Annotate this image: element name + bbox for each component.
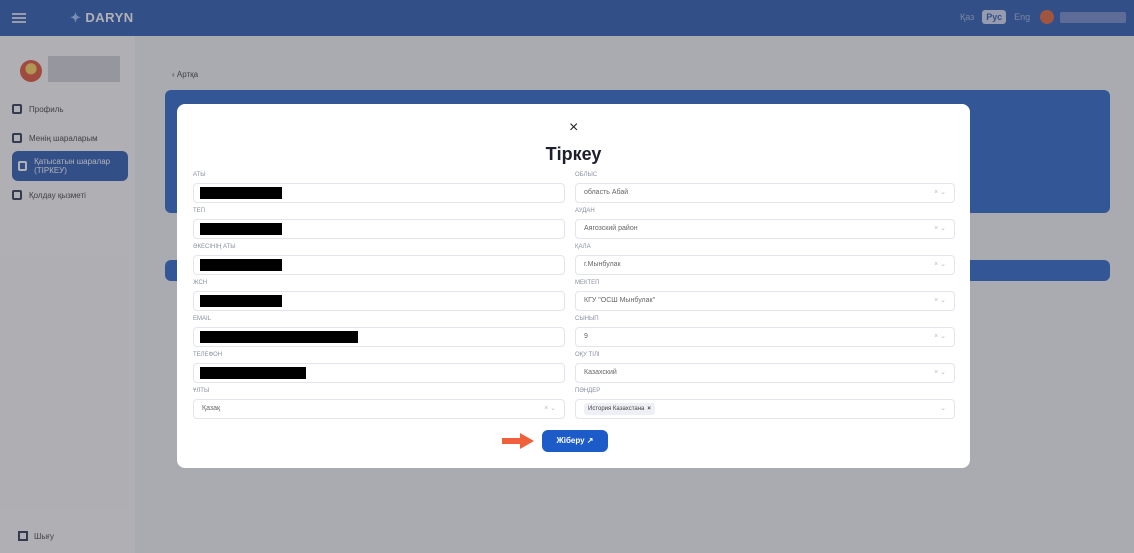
chevron-down-icon: × ⌄: [544, 405, 556, 412]
chevron-down-icon: × ⌄: [934, 333, 946, 340]
close-icon[interactable]: ×: [569, 119, 578, 137]
field-label: МЕКТЕП: [575, 280, 600, 286]
district-select[interactable]: Аягозский район × ⌄: [575, 219, 955, 239]
chevron-down-icon: × ⌄: [934, 225, 946, 232]
patronymic-input[interactable]: [193, 255, 565, 275]
first-name-field: АТЫ: [193, 170, 565, 203]
email-input[interactable]: [193, 327, 565, 347]
field-label: ТЕЛЕФОН: [193, 352, 223, 358]
remove-tag-icon[interactable]: ×: [647, 406, 651, 412]
phone-field: ТЕЛЕФОН: [193, 350, 565, 383]
chevron-down-icon: ⌄: [940, 405, 946, 412]
submit-button[interactable]: Жіберу ↗: [542, 430, 608, 452]
redacted-value: [200, 295, 282, 307]
subjects-field: ПӘНДЕР История Казахстана × ⌄: [575, 386, 955, 419]
redacted-value: [200, 223, 282, 235]
last-name-input[interactable]: [193, 219, 565, 239]
school-select[interactable]: КГУ "ОСШ Мынбулак" × ⌄: [575, 291, 955, 311]
redacted-value: [200, 187, 282, 199]
grade-field: СЫНЫП 9 × ⌄: [575, 314, 955, 347]
study-language-select[interactable]: Казахский × ⌄: [575, 363, 955, 383]
chevron-down-icon: × ⌄: [934, 261, 946, 268]
region-field: ОБЛЫС область Абай × ⌄: [575, 170, 955, 203]
field-label: ҰЛТЫ: [193, 388, 210, 394]
chevron-down-icon: × ⌄: [934, 189, 946, 196]
field-label: ӘКЕСІНІҢ АТЫ: [193, 244, 236, 250]
redacted-value: [200, 259, 282, 271]
city-field: ҚАЛА г.Мынбулак × ⌄: [575, 242, 955, 275]
field-label: ТЕГІ: [193, 208, 206, 214]
city-select[interactable]: г.Мынбулак × ⌄: [575, 255, 955, 275]
chevron-down-icon: × ⌄: [934, 369, 946, 376]
first-name-input[interactable]: [193, 183, 565, 203]
subject-tag[interactable]: История Казахстана ×: [584, 403, 655, 415]
patronymic-field: ӘКЕСІНІҢ АТЫ: [193, 242, 565, 275]
last-name-field: ТЕГІ: [193, 206, 565, 239]
iin-input[interactable]: [193, 291, 565, 311]
field-label: ОБЛЫС: [575, 172, 598, 178]
field-label: АТЫ: [193, 172, 206, 178]
phone-input[interactable]: [193, 363, 565, 383]
nationality-select[interactable]: Қазақ × ⌄: [193, 399, 565, 419]
district-field: АУДАН Аягозский район × ⌄: [575, 206, 955, 239]
subjects-select[interactable]: История Казахстана × ⌄: [575, 399, 955, 419]
school-field: МЕКТЕП КГУ "ОСШ Мынбулак" × ⌄: [575, 278, 955, 311]
field-label: ПӘНДЕР: [575, 388, 601, 394]
modal-title: Тіркеу: [545, 144, 602, 164]
field-label: СЫНЫП: [575, 316, 599, 322]
chevron-down-icon: × ⌄: [934, 297, 946, 304]
redacted-value: [200, 367, 306, 379]
grade-select[interactable]: 9 × ⌄: [575, 327, 955, 347]
field-label: АУДАН: [575, 208, 595, 214]
field-label: ЖСН: [193, 280, 208, 286]
field-label: ҚАЛА: [575, 244, 591, 250]
iin-field: ЖСН: [193, 278, 565, 311]
registration-modal: × Тіркеу АТЫ ТЕГІ ӘКЕСІНІҢ АТЫ ЖСН EMAIL…: [177, 104, 970, 468]
email-field: EMAIL: [193, 314, 565, 347]
redacted-value: [200, 331, 358, 343]
nationality-field: ҰЛТЫ Қазақ × ⌄: [193, 386, 565, 419]
arrow-right-icon: [502, 433, 534, 449]
study-language-field: ОҚУ ТІЛІ Казахский × ⌄: [575, 350, 955, 383]
field-label: ОҚУ ТІЛІ: [575, 352, 600, 358]
region-select[interactable]: область Абай × ⌄: [575, 183, 955, 203]
field-label: EMAIL: [193, 316, 212, 322]
